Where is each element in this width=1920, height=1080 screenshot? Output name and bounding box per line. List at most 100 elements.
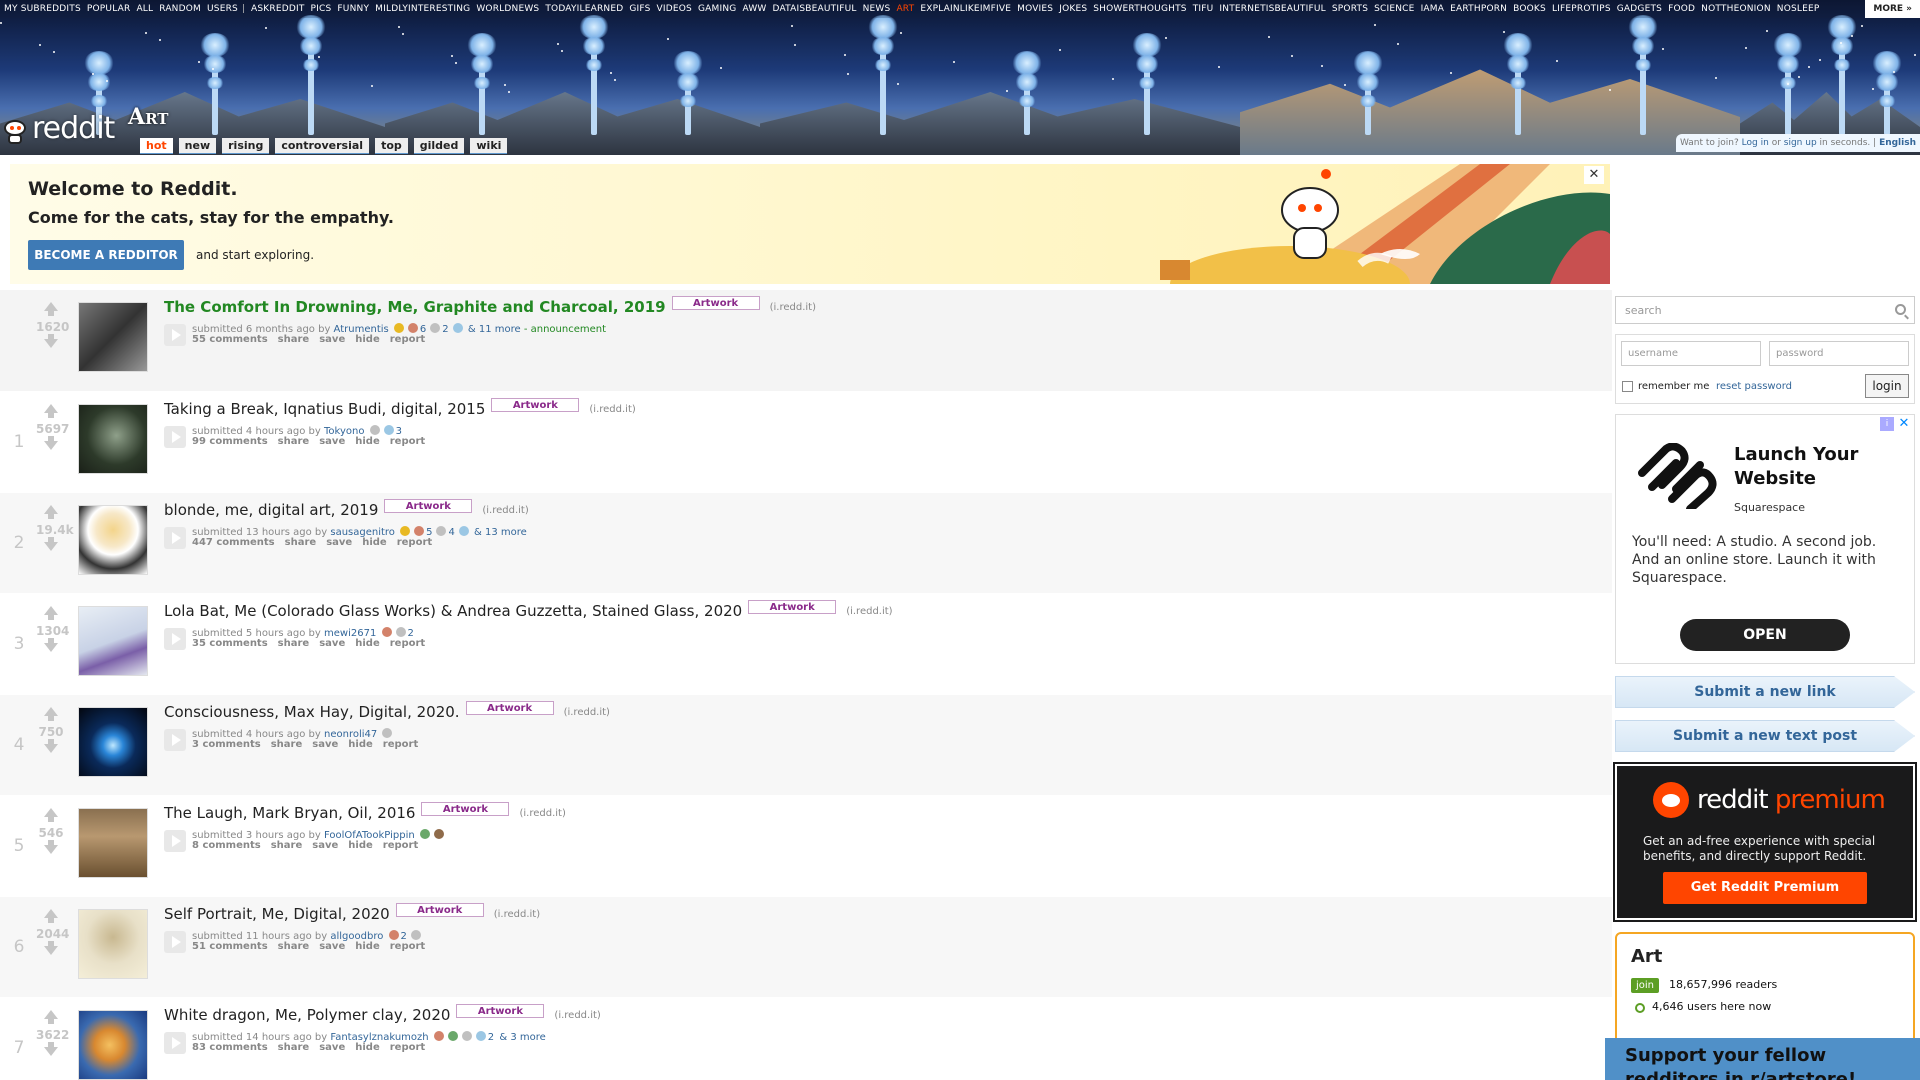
submit-text-button[interactable]: Submit a new text post	[1615, 720, 1915, 752]
more-awards-link[interactable]: & 13 more	[474, 527, 527, 538]
srbar-link-aww[interactable]: AWW	[738, 0, 768, 14]
downvote-icon[interactable]	[44, 744, 58, 753]
srbar-link-news[interactable]: NEWS	[859, 0, 893, 14]
reset-password-link[interactable]: reset password	[1716, 381, 1792, 392]
srbar-link-art[interactable]: ART	[892, 0, 916, 14]
post-domain[interactable]: (i.redd.it)	[770, 302, 816, 313]
award-icon[interactable]	[410, 930, 421, 940]
downvote-arrow-icon[interactable]	[36, 941, 66, 955]
award-icon[interactable]	[395, 627, 406, 637]
post-thumbnail[interactable]	[78, 1010, 148, 1080]
downvote-icon[interactable]	[44, 441, 58, 450]
expand-media-button[interactable]	[164, 426, 186, 448]
upvote-icon[interactable]	[44, 808, 58, 817]
post-flair[interactable]: Artwork	[456, 1004, 545, 1018]
post-flair[interactable]: Artwork	[491, 398, 580, 412]
downvote-arrow-icon[interactable]	[36, 436, 66, 450]
login-button[interactable]: login	[1865, 374, 1909, 398]
award-icon[interactable]	[461, 1031, 472, 1041]
post-thumbnail[interactable]	[78, 505, 148, 575]
advertisement[interactable]: i ✕ Launch Your Website Squarespace You'…	[1615, 414, 1915, 664]
downvote-arrow-icon[interactable]	[36, 1042, 66, 1056]
srbar-link-worldnews[interactable]: WORLDNEWS	[472, 0, 541, 14]
upvote-arrow-icon[interactable]	[36, 909, 66, 923]
more-subreddits-button[interactable]: MORE »	[1865, 0, 1920, 18]
report-button[interactable]: report	[390, 638, 425, 649]
report-button[interactable]: report	[390, 941, 425, 952]
award-icon[interactable]	[381, 627, 392, 637]
share-button[interactable]: share	[285, 537, 317, 548]
post-domain[interactable]: (i.redd.it)	[554, 1010, 600, 1021]
share-button[interactable]: share	[278, 941, 310, 952]
more-awards-link[interactable]: & 3 more	[499, 1032, 545, 1043]
post-thumbnail[interactable]	[78, 404, 148, 474]
tab-new[interactable]: new	[178, 138, 217, 154]
srbar-link-gaming[interactable]: GAMING	[694, 0, 738, 14]
tab-gilded[interactable]: gilded	[413, 138, 465, 154]
award-icon[interactable]	[400, 526, 411, 536]
tab-hot[interactable]: hot	[140, 138, 173, 154]
hide-button[interactable]: hide	[348, 840, 373, 851]
tab-wiki[interactable]: wiki	[470, 138, 508, 154]
srbar-link-askreddit[interactable]: ASKREDDIT	[247, 0, 307, 14]
comments-link[interactable]: 8 comments	[192, 840, 261, 851]
post-flair[interactable]: Artwork	[395, 903, 484, 917]
award-icon[interactable]	[430, 323, 441, 333]
expand-media-button[interactable]	[164, 324, 186, 346]
srbar-link-science[interactable]: SCIENCE	[1370, 0, 1416, 14]
award-icon[interactable]	[369, 425, 380, 435]
srbar-link-random[interactable]: RANDOM	[155, 0, 203, 14]
downvote-icon[interactable]	[44, 946, 58, 955]
save-button[interactable]: save	[319, 638, 345, 649]
expand-media-button[interactable]	[164, 729, 186, 751]
downvote-arrow-icon[interactable]	[36, 537, 66, 551]
srbar-link-nottheonion[interactable]: NOTTHEONION	[1697, 0, 1773, 14]
srbar-link-gifs[interactable]: GIFS	[625, 0, 652, 14]
award-icon[interactable]	[382, 728, 393, 738]
srbar-link-internetisbeautiful[interactable]: INTERNETISBEAUTIFUL	[1215, 0, 1327, 14]
post-title[interactable]: Consciousness, Max Hay, Digital, 2020.	[164, 703, 460, 721]
save-button[interactable]: save	[319, 941, 345, 952]
post-flair[interactable]: Artwork	[748, 600, 837, 614]
expand-media-button[interactable]	[164, 628, 186, 650]
comments-link[interactable]: 51 comments	[192, 941, 268, 952]
upvote-arrow-icon[interactable]	[36, 606, 66, 620]
srbar-link-showerthoughts[interactable]: SHOWERTHOUGHTS	[1089, 0, 1188, 14]
save-button[interactable]: save	[312, 840, 338, 851]
report-button[interactable]: report	[390, 1042, 425, 1053]
award-icon[interactable]	[383, 425, 394, 435]
upvote-icon[interactable]	[44, 1010, 58, 1019]
comments-link[interactable]: 35 comments	[192, 638, 268, 649]
award-icon[interactable]	[433, 1031, 444, 1041]
upvote-arrow-icon[interactable]	[36, 707, 66, 721]
srbar-link-mildlyinteresting[interactable]: MILDLYINTERESTING	[371, 0, 472, 14]
downvote-arrow-icon[interactable]	[36, 638, 66, 652]
hide-button[interactable]: hide	[355, 941, 380, 952]
search-input[interactable]: search	[1615, 296, 1915, 324]
srbar-link-my-subreddits[interactable]: MY SUBREDDITS	[0, 0, 83, 14]
subreddit-title[interactable]: Art	[128, 104, 168, 130]
post-thumbnail[interactable]	[78, 808, 148, 878]
post-title[interactable]: The Laugh, Mark Bryan, Oil, 2016	[164, 804, 415, 822]
post-title[interactable]: blonde, me, digital art, 2019	[164, 501, 378, 519]
post-flair[interactable]: Artwork	[671, 296, 760, 310]
downvote-icon[interactable]	[44, 643, 58, 652]
comments-link[interactable]: 447 comments	[192, 537, 275, 548]
downvote-arrow-icon[interactable]	[36, 334, 66, 348]
comments-link[interactable]: 55 comments	[192, 334, 268, 345]
award-icon[interactable]	[452, 323, 463, 333]
post-domain[interactable]: (i.redd.it)	[482, 505, 528, 516]
report-button[interactable]: report	[383, 739, 418, 750]
srbar-link-videos[interactable]: VIDEOS	[653, 0, 694, 14]
upvote-icon[interactable]	[44, 606, 58, 615]
post-thumbnail[interactable]	[78, 606, 148, 676]
post-title[interactable]: Self Portrait, Me, Digital, 2020	[164, 905, 390, 923]
award-icon[interactable]	[433, 829, 444, 839]
downvote-icon[interactable]	[44, 542, 58, 551]
upvote-icon[interactable]	[44, 909, 58, 918]
ad-open-button[interactable]: OPEN	[1680, 619, 1850, 651]
comments-link[interactable]: 83 comments	[192, 1042, 268, 1053]
post-domain[interactable]: (i.redd.it)	[589, 404, 635, 415]
srbar-link-food[interactable]: FOOD	[1664, 0, 1697, 14]
ad-close-icon[interactable]: ✕	[1897, 417, 1911, 431]
